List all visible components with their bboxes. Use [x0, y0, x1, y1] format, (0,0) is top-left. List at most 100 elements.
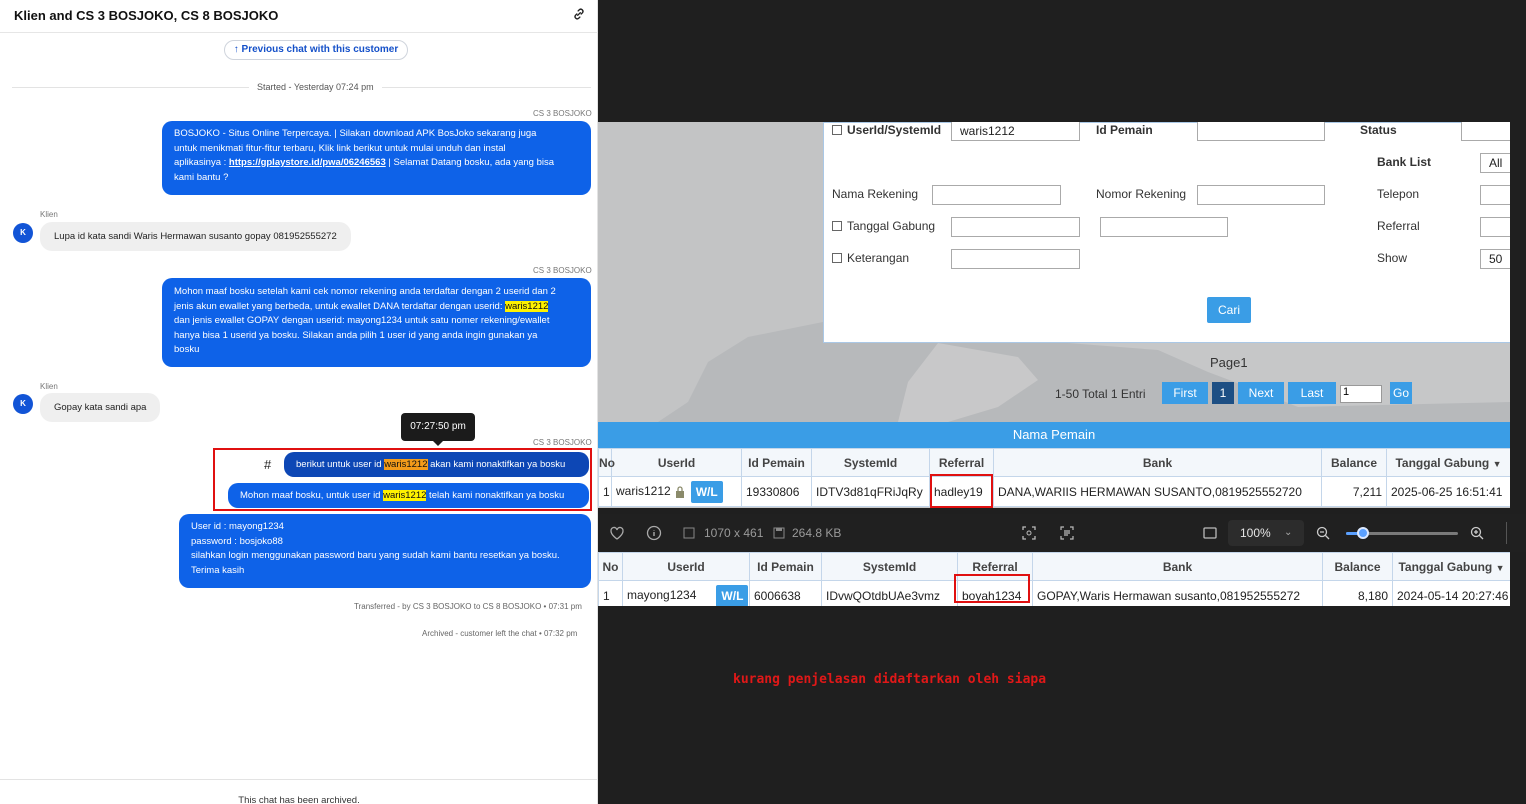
message-line: hanya bisa 1 userid ya bosku. Silakan an… [174, 329, 538, 341]
tanggal-to-input[interactable] [1100, 217, 1228, 237]
started-label: Started - Yesterday 07:24 pm [249, 82, 382, 92]
telepon-input[interactable] [1480, 185, 1510, 205]
zoom-slider-handle[interactable] [1356, 527, 1369, 539]
player-table-2: No UserId Id Pemain SystemId Referral Ba… [598, 552, 1510, 606]
last-page-button[interactable]: Last [1288, 382, 1336, 404]
sender-label: Klien [40, 382, 58, 391]
cell-systemid: IDvwQOtdbUAe3vmz [821, 580, 958, 606]
previous-chat-label: Previous chat with this customer [241, 44, 399, 55]
cell-id-pemain: 6006638 [749, 580, 822, 606]
col-bank: Bank [1032, 552, 1323, 581]
previous-chat-button[interactable]: ↑ Previous chat with this customer [224, 40, 408, 60]
cell-userid: waris1212 W/L [611, 476, 742, 507]
current-page-button[interactable]: 1 [1212, 382, 1234, 404]
col-tanggal-gabung[interactable]: Tanggal Gabung ▼ [1386, 448, 1510, 477]
dimensions-icon [683, 527, 695, 539]
message-line: silahkan login menggunakan password baru… [191, 550, 560, 561]
lock-icon [675, 485, 684, 498]
annotation-note: kurang penjelasan didaftarkan oleh siapa [733, 672, 1047, 687]
col-tanggal-gabung[interactable]: Tanggal Gabung ▼ [1392, 552, 1510, 581]
message-line: bosku [174, 344, 200, 355]
wl-button[interactable]: W/L [690, 480, 723, 503]
bank-list-label: Bank List [1377, 155, 1432, 169]
text-scan-icon[interactable] [1059, 525, 1075, 541]
nomor-rekening-input[interactable] [1197, 185, 1325, 205]
cell-systemid: IDTV3d81qFRiJqRy [811, 476, 930, 507]
table-row: 1 waris1212 W/L 19330806 IDTV3d81qFRiJqRy… [598, 476, 1510, 507]
hash-icon[interactable]: # [264, 457, 271, 472]
sort-down-icon[interactable]: ▼ [1496, 563, 1505, 573]
chat-panel: Klien and CS 3 BOSJOKO, CS 8 BOSJOKO ↑ P… [0, 0, 598, 804]
col-balance: Balance [1321, 448, 1387, 477]
message-line: Terima kasih [191, 564, 245, 576]
userid-label: UserId/SystemId [847, 123, 942, 137]
cell-balance: 7,211 [1321, 476, 1387, 507]
table-header-row: No UserId Id Pemain SystemId Referral Ba… [598, 448, 1510, 477]
message-line: Mohon maaf bosku setelah kami cek nomor … [174, 286, 556, 297]
sender-label: CS 3 BOSJOKO [533, 438, 592, 447]
scan-icon[interactable] [1021, 525, 1037, 541]
zoom-out-icon[interactable] [1315, 525, 1331, 541]
referral-input[interactable] [1480, 217, 1510, 237]
table-row: 1 mayong1234 W/L 6006638 IDvwQOtdbUAe3vm… [598, 580, 1510, 606]
toolbar-divider [1506, 522, 1507, 544]
player-table-1: No UserId Id Pemain SystemId Referral Ba… [598, 448, 1510, 507]
highlighted-userid: waris1212 [383, 490, 427, 501]
tanggal-gabung-checkbox[interactable] [832, 221, 842, 231]
arrow-up-icon: ↑ [233, 44, 242, 55]
message-bubble-outgoing: BOSJOKO - Situs Online Terpercaya. | Sil… [162, 121, 591, 195]
image-viewer: UserId/SystemId waris1212 Id Pemain Stat… [598, 0, 1526, 804]
userid-input[interactable]: waris1212 [951, 122, 1080, 141]
download-link[interactable]: https://gplaystore.id/pwa/06246563 [229, 157, 386, 168]
col-systemid: SystemId [821, 552, 958, 581]
first-page-button[interactable]: First [1162, 382, 1208, 404]
next-page-button[interactable]: Next [1238, 382, 1284, 404]
sender-label: CS 3 BOSJOKO [533, 109, 592, 118]
telepon-label: Telepon [1377, 187, 1420, 201]
page-label: Page1 [1210, 355, 1248, 370]
show-select[interactable]: 50 [1480, 249, 1510, 269]
search-form: UserId/SystemId waris1212 Id Pemain Stat… [823, 122, 1510, 343]
id-pemain-input[interactable] [1197, 122, 1325, 141]
referral-highlight-box [930, 474, 993, 508]
zoom-in-icon[interactable] [1469, 525, 1485, 541]
keterangan-input[interactable] [951, 249, 1080, 269]
go-button[interactable]: Go [1390, 382, 1412, 404]
chevron-down-icon: ⌄ [1284, 527, 1293, 538]
id-pemain-label: Id Pemain [1096, 123, 1153, 137]
page-number-input[interactable]: 1 [1340, 385, 1382, 403]
screenshot-image-1: UserId/SystemId waris1212 Id Pemain Stat… [598, 122, 1510, 508]
message-line: jenis akun ewallet yang berbeda, untuk e… [174, 300, 549, 312]
wl-button[interactable]: W/L [716, 584, 749, 606]
link-icon[interactable] [572, 7, 586, 21]
status-select[interactable] [1461, 122, 1510, 141]
zoom-dropdown[interactable]: 100% ⌄ [1228, 520, 1304, 546]
cell-tanggal: 2025-06-25 16:51:41 [1386, 476, 1510, 507]
timestamp-tooltip: 07:27:50 pm [401, 413, 475, 446]
userid-checkbox[interactable] [832, 125, 842, 135]
viewer-toolbar: 1070 x 461 264.8 KB 100% ⌄ [598, 514, 1526, 552]
transferred-note: Transferred - by CS 3 BOSJOKO to CS 8 BO… [354, 602, 582, 611]
status-label: Status [1360, 123, 1397, 137]
message-line: dan jenis ewallet GOPAY dengan userid: m… [174, 315, 550, 326]
col-referral: Referral [929, 448, 994, 477]
referral-label: Referral [1377, 219, 1420, 233]
avatar: K [13, 223, 33, 243]
nama-rekening-input[interactable] [932, 185, 1061, 205]
keterangan-checkbox[interactable] [832, 253, 842, 263]
cari-button[interactable]: Cari [1207, 297, 1251, 323]
message-line: aplikasinya : https://gplaystore.id/pwa/… [174, 157, 555, 168]
message-bubble-outgoing: Mohon maaf bosku setelah kami cek nomor … [162, 278, 591, 367]
nama-rekening-label: Nama Rekening [832, 187, 919, 201]
tanggal-from-input[interactable] [951, 217, 1080, 237]
cell-bank: DANA,WARIIS HERMAWAN SUSANTO,08195255527… [993, 476, 1322, 507]
message-line: kami bantu ? [174, 171, 229, 183]
message-bubble-incoming: Gopay kata sandi apa [40, 393, 161, 422]
info-icon[interactable] [646, 525, 662, 541]
sender-label: CS 3 BOSJOKO [533, 266, 592, 275]
bank-list-select[interactable]: All [1480, 153, 1510, 173]
heart-icon[interactable] [609, 525, 625, 541]
sort-down-icon[interactable]: ▼ [1493, 459, 1502, 469]
message-line: password : bosjoko88 [191, 535, 283, 547]
fit-screen-icon[interactable] [1202, 525, 1218, 541]
